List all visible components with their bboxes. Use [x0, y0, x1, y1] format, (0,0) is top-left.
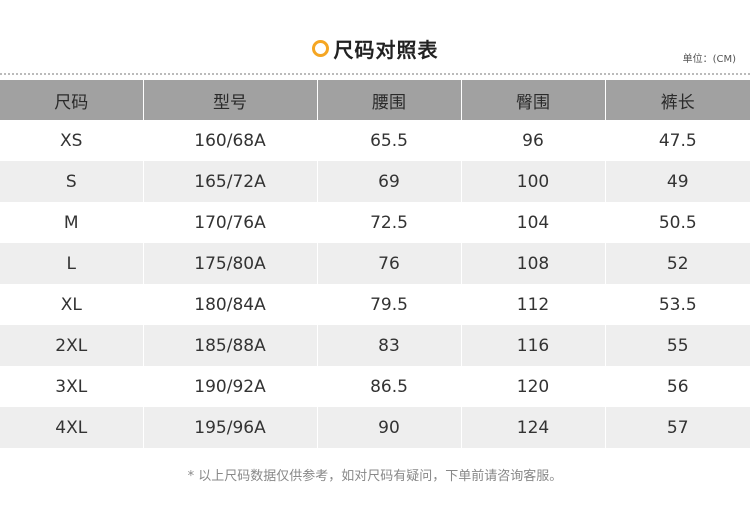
- cell-hip: 100: [461, 161, 606, 202]
- cell-model: 180/84A: [143, 284, 318, 325]
- cell-size: 2XL: [0, 325, 144, 366]
- dotted-divider: [0, 73, 750, 75]
- table-row: XS 160/68A 65.5 96 47.5: [0, 120, 750, 161]
- cell-hip: 108: [461, 243, 606, 284]
- column-header-waist: 腰围: [317, 80, 462, 120]
- cell-hip: 124: [461, 407, 606, 448]
- cell-length: 49: [605, 161, 750, 202]
- cell-waist: 65.5: [317, 120, 462, 161]
- table-row: XL 180/84A 79.5 112 53.5: [0, 284, 750, 325]
- cell-waist: 83: [317, 325, 462, 366]
- unit-label: 单位：(CM): [682, 54, 736, 65]
- table-row: L 175/80A 76 108 52: [0, 243, 750, 284]
- cell-length: 47.5: [605, 120, 750, 161]
- cell-size: M: [0, 202, 144, 243]
- table-row: M 170/76A 72.5 104 50.5: [0, 202, 750, 243]
- cell-size: 3XL: [0, 366, 144, 407]
- cell-size: S: [0, 161, 144, 202]
- cell-model: 175/80A: [143, 243, 318, 284]
- title-text: 尺码对照表: [333, 37, 439, 62]
- cell-hip: 104: [461, 202, 606, 243]
- page-title: 尺码对照表: [0, 34, 750, 62]
- cell-length: 50.5: [605, 202, 750, 243]
- cell-model: 160/68A: [143, 120, 318, 161]
- cell-hip: 120: [461, 366, 606, 407]
- table-row: 3XL 190/92A 86.5 120 56: [0, 366, 750, 407]
- column-header-length: 裤长: [605, 80, 750, 120]
- cell-model: 190/92A: [143, 366, 318, 407]
- cell-model: 185/88A: [143, 325, 318, 366]
- cell-model: 195/96A: [143, 407, 318, 448]
- cell-length: 56: [605, 366, 750, 407]
- column-header-size: 尺码: [0, 80, 144, 120]
- cell-waist: 86.5: [317, 366, 462, 407]
- footnote: * 以上尺码数据仅供参考，如对尺码有疑问，下单前请咨询客服。: [187, 469, 563, 484]
- cell-model: 165/72A: [143, 161, 318, 202]
- size-table: 尺码 型号 腰围 臀围 裤长 XS 160/68A 65.5 96 47.5 S…: [0, 80, 750, 448]
- cell-length: 52: [605, 243, 750, 284]
- cell-size: XS: [0, 120, 144, 161]
- cell-length: 57: [605, 407, 750, 448]
- table-row: S 165/72A 69 100 49: [0, 161, 750, 202]
- table-header-row: 尺码 型号 腰围 臀围 裤长: [0, 80, 750, 120]
- cell-waist: 90: [317, 407, 462, 448]
- table-row: 4XL 195/96A 90 124 57: [0, 407, 750, 448]
- cell-model: 170/76A: [143, 202, 318, 243]
- column-header-hip: 臀围: [461, 80, 606, 120]
- circle-icon: [311, 39, 329, 57]
- cell-hip: 116: [461, 325, 606, 366]
- table-row: 2XL 185/88A 83 116 55: [0, 325, 750, 366]
- cell-size: L: [0, 243, 144, 284]
- column-header-model: 型号: [143, 80, 318, 120]
- cell-length: 55: [605, 325, 750, 366]
- cell-waist: 76: [317, 243, 462, 284]
- cell-hip: 96: [461, 120, 606, 161]
- cell-waist: 72.5: [317, 202, 462, 243]
- cell-waist: 79.5: [317, 284, 462, 325]
- cell-size: 4XL: [0, 407, 144, 448]
- cell-hip: 112: [461, 284, 606, 325]
- cell-size: XL: [0, 284, 144, 325]
- cell-length: 53.5: [605, 284, 750, 325]
- cell-waist: 69: [317, 161, 462, 202]
